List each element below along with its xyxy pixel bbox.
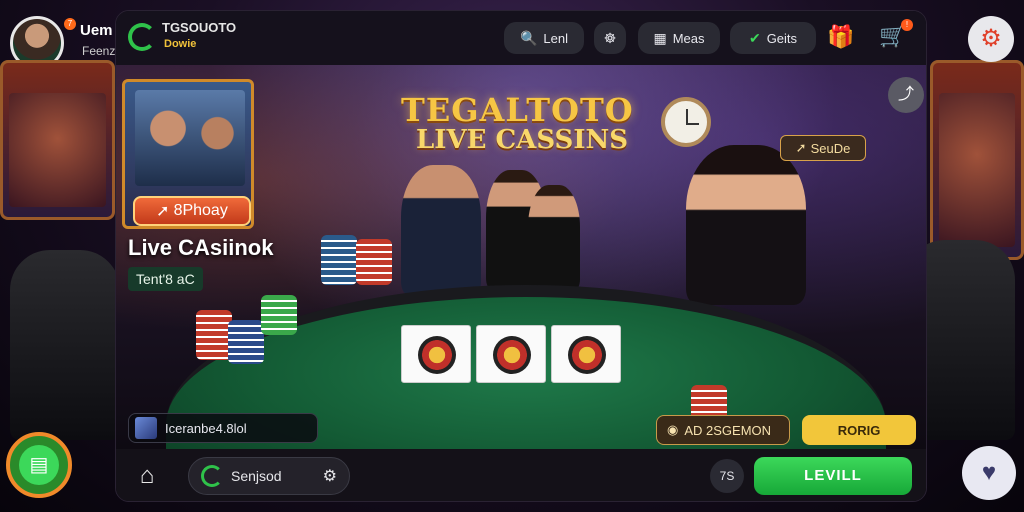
live-status-bar[interactable]: Iceranbe4.8lol bbox=[128, 413, 318, 443]
brand-name: TGSOUOTO bbox=[162, 20, 237, 35]
level-button[interactable]: LEVILL bbox=[754, 457, 912, 495]
casino-chair-left bbox=[10, 250, 120, 440]
promo-play-label: 8Phoay bbox=[173, 202, 228, 219]
share-icon[interactable]: ⤴ bbox=[888, 77, 924, 113]
playing-card bbox=[476, 325, 546, 383]
check-icon: ✔ bbox=[748, 29, 761, 46]
search-icon: 🔍 bbox=[519, 29, 538, 46]
cart-badge: ! bbox=[901, 19, 913, 31]
slot-machine-right bbox=[930, 60, 1024, 260]
bottom-bar: ⌂ Senjsod ⚙ 7S LEVILL bbox=[116, 449, 926, 501]
home-icon[interactable]: ⌂ bbox=[130, 459, 164, 493]
promo-button[interactable]: ▦ Meas bbox=[638, 22, 720, 54]
user-subtitle: Feenz bbox=[82, 44, 116, 58]
bet-stat-1[interactable]: ◉ AD 2SGEMON bbox=[656, 415, 790, 445]
dealer-badge-label: SeuDe bbox=[810, 140, 851, 156]
live-thumbnail-icon bbox=[135, 417, 157, 439]
dealer-woman-3 bbox=[686, 145, 806, 305]
gift-icon[interactable]: 🎁 bbox=[826, 24, 856, 52]
arrow-icon: ➚ bbox=[795, 140, 807, 155]
login-label: Lenl bbox=[543, 30, 568, 46]
card-emblem bbox=[568, 336, 606, 374]
chip-stack bbox=[321, 235, 357, 285]
playing-card bbox=[401, 325, 471, 383]
favorite-heart-icon[interactable]: ♥ bbox=[962, 446, 1016, 500]
search-button[interactable]: Senjsod ⚙ bbox=[188, 457, 350, 495]
dealer-woman-2 bbox=[528, 185, 580, 290]
app-frame: TGSOUOTO Dowie 🔍 Lenl ☸ ▦ Meas ✔ Geits 🎁… bbox=[115, 10, 927, 502]
bet-stat-2[interactable]: RORIG bbox=[802, 415, 916, 445]
arrow-icon: ➚ bbox=[156, 203, 170, 220]
notification-badge: 7 bbox=[64, 18, 76, 30]
chip-stack bbox=[356, 239, 392, 285]
document-button[interactable]: ▤ bbox=[6, 432, 72, 498]
count-chip[interactable]: 7S bbox=[710, 459, 744, 493]
clock-icon bbox=[661, 97, 711, 147]
brand-logo-icon[interactable] bbox=[128, 23, 156, 51]
card-emblem bbox=[493, 336, 531, 374]
chip-stack bbox=[196, 310, 232, 360]
verify-button[interactable]: ✔ Geits bbox=[730, 22, 816, 54]
gear-icon: ⚙ bbox=[322, 468, 337, 485]
hero-title-line1: TEGALTOTO bbox=[401, 91, 634, 129]
top-bar: TGSOUOTO Dowie 🔍 Lenl ☸ ▦ Meas ✔ Geits 🎁… bbox=[116, 11, 926, 65]
brand-ring-icon bbox=[201, 465, 223, 487]
card-emblem bbox=[418, 336, 456, 374]
coin-icon: ◉ bbox=[667, 422, 679, 437]
search-label: Senjsod bbox=[231, 468, 282, 484]
support-button[interactable]: ☸ bbox=[594, 22, 626, 54]
live-casino-scene[interactable]: TEGALTOTO LIVE CASSINS ⤴ ➚ 8Phoay Live C… bbox=[116, 65, 926, 449]
user-name: Uem bbox=[80, 22, 113, 39]
bet-stat-2-label: RORIG bbox=[837, 422, 881, 438]
promo-image bbox=[135, 90, 245, 186]
chip-stack bbox=[261, 295, 297, 335]
document-icon: ▤ bbox=[19, 445, 59, 485]
dealer-man bbox=[401, 165, 481, 295]
app-stage: 7 Uem Feenz ⚙ TGSOUOTO Dowie 🔍 Lenl ☸ ▦ … bbox=[0, 0, 1024, 512]
slot-machine-left bbox=[0, 60, 115, 220]
promo-play-button[interactable]: ➚ 8Phoay bbox=[133, 196, 251, 226]
brand-subtitle: Dowie bbox=[164, 38, 197, 50]
slot-screen bbox=[939, 93, 1015, 247]
verify-label: Geits bbox=[766, 30, 798, 46]
chip-stack bbox=[228, 320, 264, 364]
hero-title-line2: LIVE CASSINS bbox=[416, 125, 629, 155]
live-casino-subtitle: Tent'8 aC bbox=[128, 267, 203, 291]
slot-screen bbox=[9, 93, 106, 207]
live-status-label: Iceranbe4.8lol bbox=[165, 420, 247, 436]
dealer-badge[interactable]: ➚ SeuDe bbox=[780, 135, 866, 161]
support-icon: ☸ bbox=[603, 29, 617, 46]
playing-card bbox=[551, 325, 621, 383]
promo-label: Meas bbox=[672, 30, 705, 46]
promo-card[interactable]: ➚ 8Phoay bbox=[122, 79, 254, 229]
login-button[interactable]: 🔍 Lenl bbox=[504, 22, 584, 54]
live-casino-title: Live CAsiinok bbox=[128, 235, 274, 260]
promo-icon: ▦ bbox=[653, 29, 667, 46]
bet-stat-1-label: AD 2SGEMON bbox=[684, 422, 772, 438]
settings-gear-icon[interactable]: ⚙ bbox=[968, 16, 1014, 62]
